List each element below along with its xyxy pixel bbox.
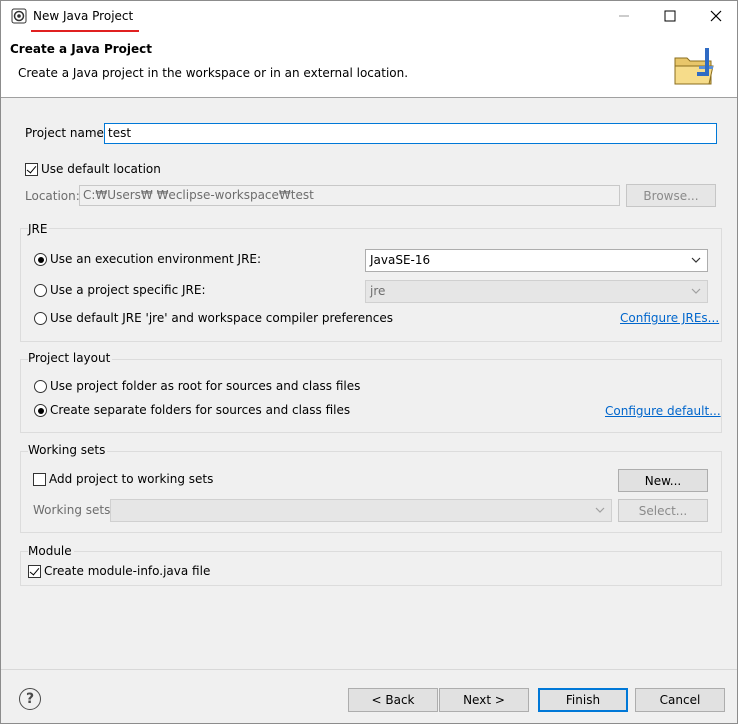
layout-root-radio[interactable]	[34, 380, 47, 393]
new-working-set-button[interactable]: New...	[618, 469, 708, 492]
configure-jres-link[interactable]: Configure JREs...	[620, 311, 719, 325]
title-bar[interactable]: New Java Project	[1, 1, 737, 32]
project-name-label: Project name:	[25, 126, 108, 140]
location-input[interactable]: C:₩Users₩ ₩eclipse-workspace₩test	[79, 185, 620, 206]
add-to-working-sets-checkbox[interactable]	[33, 473, 46, 486]
project-layout-group	[20, 359, 722, 433]
chevron-down-icon	[691, 288, 701, 294]
layout-root-label: Use project folder as root for sources a…	[50, 379, 361, 393]
jre-project-specific-radio[interactable]	[34, 284, 47, 297]
window-title: New Java Project	[33, 9, 134, 23]
new-java-project-dialog: New Java Project Create a Java Project C…	[0, 0, 738, 724]
project-layout-group-title: Project layout	[28, 351, 113, 365]
jre-group-title: JRE	[28, 222, 50, 236]
wizard-content: Project name: test Use default location …	[1, 99, 737, 669]
create-module-info-label: Create module-info.java file	[44, 564, 211, 578]
page-title: Create a Java Project	[10, 42, 153, 56]
execution-env-value: JavaSE-16	[370, 253, 431, 267]
project-name-input[interactable]: test	[104, 123, 717, 144]
layout-separate-label: Create separate folders for sources and …	[50, 403, 351, 417]
wizard-banner: Create a Java Project Create a Java proj…	[1, 32, 737, 98]
cancel-button[interactable]: Cancel	[635, 688, 725, 712]
project-jre-value: jre	[370, 284, 386, 298]
execution-env-combo[interactable]: JavaSE-16	[365, 249, 708, 272]
chevron-down-icon	[595, 507, 605, 513]
minimize-button[interactable]	[601, 1, 647, 31]
help-icon[interactable]: ?	[19, 688, 41, 710]
jre-execution-env-label: Use an execution environment JRE:	[50, 252, 262, 266]
layout-separate-radio[interactable]	[34, 404, 47, 417]
next-button[interactable]: Next >	[439, 688, 529, 712]
back-button[interactable]: < Back	[348, 688, 438, 712]
use-default-location-checkbox[interactable]	[25, 163, 38, 176]
maximize-icon	[664, 10, 676, 22]
wizard-footer: ? < Back Next > Finish Cancel	[1, 669, 737, 723]
jre-default-radio[interactable]	[34, 312, 47, 325]
jre-execution-env-radio[interactable]	[34, 253, 47, 266]
minimize-icon	[619, 15, 629, 17]
close-icon	[710, 10, 722, 22]
use-default-location-label: Use default location	[41, 162, 161, 176]
select-working-sets-button[interactable]: Select...	[618, 499, 708, 522]
page-description: Create a Java project in the workspace o…	[18, 66, 409, 80]
new-project-folder-icon	[674, 48, 714, 85]
finish-button[interactable]: Finish	[538, 688, 628, 712]
working-sets-group-title: Working sets	[28, 443, 108, 457]
working-sets-label: Working sets:	[33, 503, 115, 517]
chevron-down-icon	[691, 257, 701, 263]
working-sets-combo[interactable]	[110, 499, 612, 522]
module-group-title: Module	[28, 544, 74, 558]
configure-default-link[interactable]: Configure default...	[605, 404, 721, 418]
help-glyph: ?	[25, 691, 35, 707]
browse-button[interactable]: Browse...	[626, 184, 716, 207]
eclipse-app-icon	[11, 8, 27, 24]
project-jre-combo[interactable]: jre	[365, 280, 708, 303]
location-label: Location:	[25, 189, 80, 203]
jre-project-specific-label: Use a project specific JRE:	[50, 283, 206, 297]
add-to-working-sets-label: Add project to working sets	[49, 472, 214, 486]
close-button[interactable]	[693, 1, 738, 31]
jre-default-label: Use default JRE 'jre' and workspace comp…	[50, 311, 394, 325]
create-module-info-checkbox[interactable]	[28, 565, 41, 578]
maximize-button[interactable]	[647, 1, 693, 31]
